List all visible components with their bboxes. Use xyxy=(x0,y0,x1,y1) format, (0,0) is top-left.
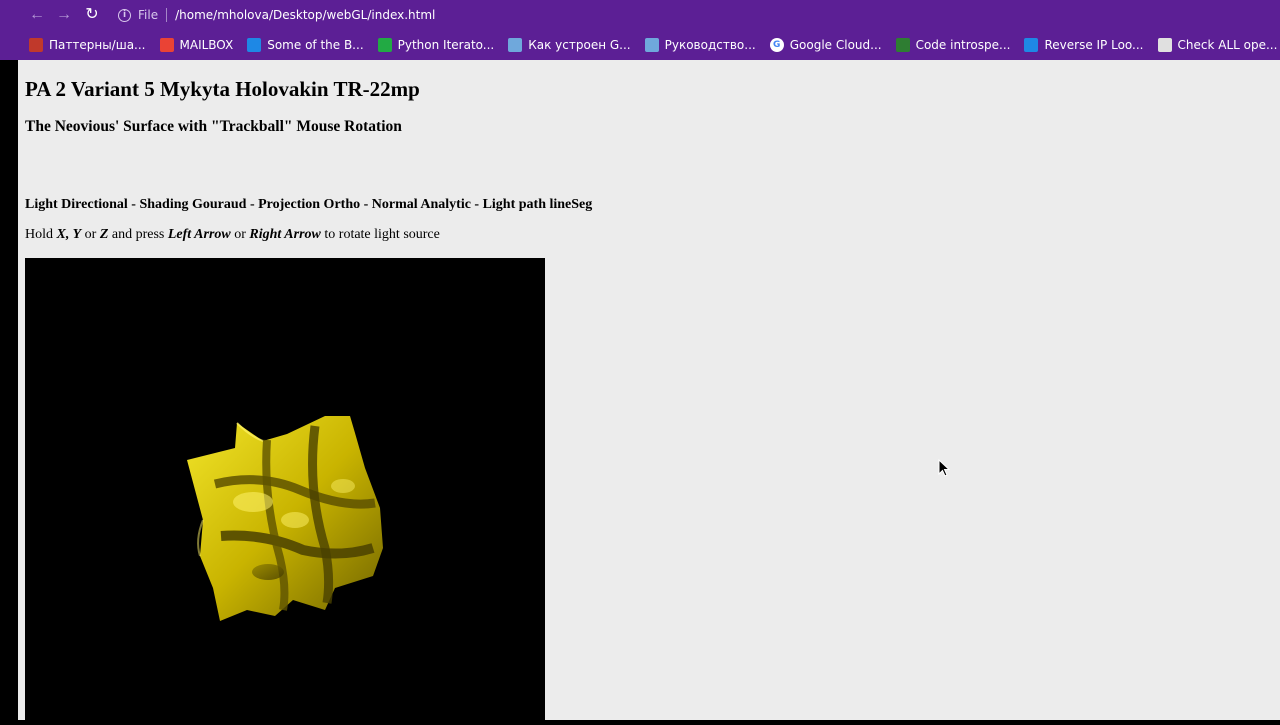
bookmark-item[interactable]: Reverse IP Loo... xyxy=(1024,38,1144,52)
browser-toolbar: ← → ↻ i File /home/mholova/Desktop/webGL… xyxy=(0,0,1280,30)
bookmark-page-icon xyxy=(644,38,659,52)
bookmark-label: Руководство... xyxy=(664,38,756,52)
opencart-icon xyxy=(29,38,43,52)
bookmark-label: Reverse IP Loo... xyxy=(1044,38,1144,52)
neovius-surface xyxy=(187,416,383,621)
bookmark-item[interactable]: Руководство... xyxy=(644,38,756,52)
forward-button[interactable]: → xyxy=(54,5,74,25)
bookmark-item[interactable]: Python Iterato... xyxy=(377,38,495,52)
url-text[interactable]: /home/mholova/Desktop/webGL/index.html xyxy=(175,8,435,22)
url-scheme: File xyxy=(138,8,159,22)
bookmark-label: Python Iterato... xyxy=(397,38,495,52)
instr-key-xy: X, Y xyxy=(56,227,82,242)
back-button[interactable]: ← xyxy=(27,5,47,25)
info-icon[interactable]: i xyxy=(118,8,131,22)
portcheck-site-icon xyxy=(1157,38,1172,52)
instr-left-arrow: Left Arrow xyxy=(167,227,231,242)
bookmark-label: Check ALL ope... xyxy=(1177,38,1278,52)
bookmark-label: Some of the B... xyxy=(267,38,364,52)
bookmark-item[interactable]: MAILBOX xyxy=(159,38,234,52)
instr-or: or xyxy=(81,227,100,242)
surface-render xyxy=(187,416,383,621)
bookmark-item[interactable]: Как устроен G... xyxy=(508,38,631,52)
left-dark-strip xyxy=(0,60,18,720)
instr-hold: Hold xyxy=(25,227,57,242)
code-site-icon xyxy=(895,38,910,52)
bookmark-label: Паттерны/ша... xyxy=(49,38,146,52)
bookmark-label: Как устроен G... xyxy=(528,38,631,52)
webgl-canvas[interactable] xyxy=(25,258,545,720)
bookmarks-bar: Паттерны/ша... MAILBOX Some of the B... Pyt… xyxy=(0,30,1280,60)
google-icon: G xyxy=(769,38,784,52)
address-separator xyxy=(166,8,168,22)
instr-right-arrow: Right Arrow xyxy=(249,227,321,242)
bookmark-page-icon xyxy=(508,38,523,52)
python-site-icon xyxy=(377,38,392,52)
bookmark-label: MAILBOX xyxy=(179,38,234,52)
instr-tail: to rotate light source xyxy=(320,227,440,242)
k-site-icon xyxy=(247,38,262,52)
bookmark-item[interactable]: Паттерны/ша... xyxy=(29,38,146,52)
bookmark-label: Google Cloud... xyxy=(789,38,882,52)
bookmark-item[interactable]: Code introspe... xyxy=(895,38,1011,52)
address-bar[interactable]: i File /home/mholova/Desktop/webGL/index… xyxy=(118,4,1268,26)
bookmark-item[interactable]: Check ALL ope... xyxy=(1157,38,1278,52)
instr-and-press: and press xyxy=(108,227,168,242)
instr-or-2: or xyxy=(230,227,250,242)
shield-site-icon xyxy=(1024,38,1039,52)
gmail-icon xyxy=(159,38,174,52)
controls-instruction: Hold X, Y or Z and press Left Arrow or R… xyxy=(25,227,440,243)
page-title: PA 2 Variant 5 Mykyta Holovakin TR-22mp xyxy=(25,77,420,101)
render-settings: Light Directional - Shading Gouraud - Pr… xyxy=(25,197,593,212)
reload-button[interactable]: ↻ xyxy=(82,5,102,25)
bookmark-label: Code introspe... xyxy=(915,38,1011,52)
bookmark-item[interactable]: Some of the B... xyxy=(247,38,364,52)
page-subtitle: The Neovious' Surface with "Trackball" M… xyxy=(25,118,402,135)
mouse-pointer-icon xyxy=(938,459,951,477)
page-content: PA 2 Variant 5 Mykyta Holovakin TR-22mp … xyxy=(18,60,1280,720)
bookmark-item[interactable]: G Google Cloud... xyxy=(769,38,882,52)
